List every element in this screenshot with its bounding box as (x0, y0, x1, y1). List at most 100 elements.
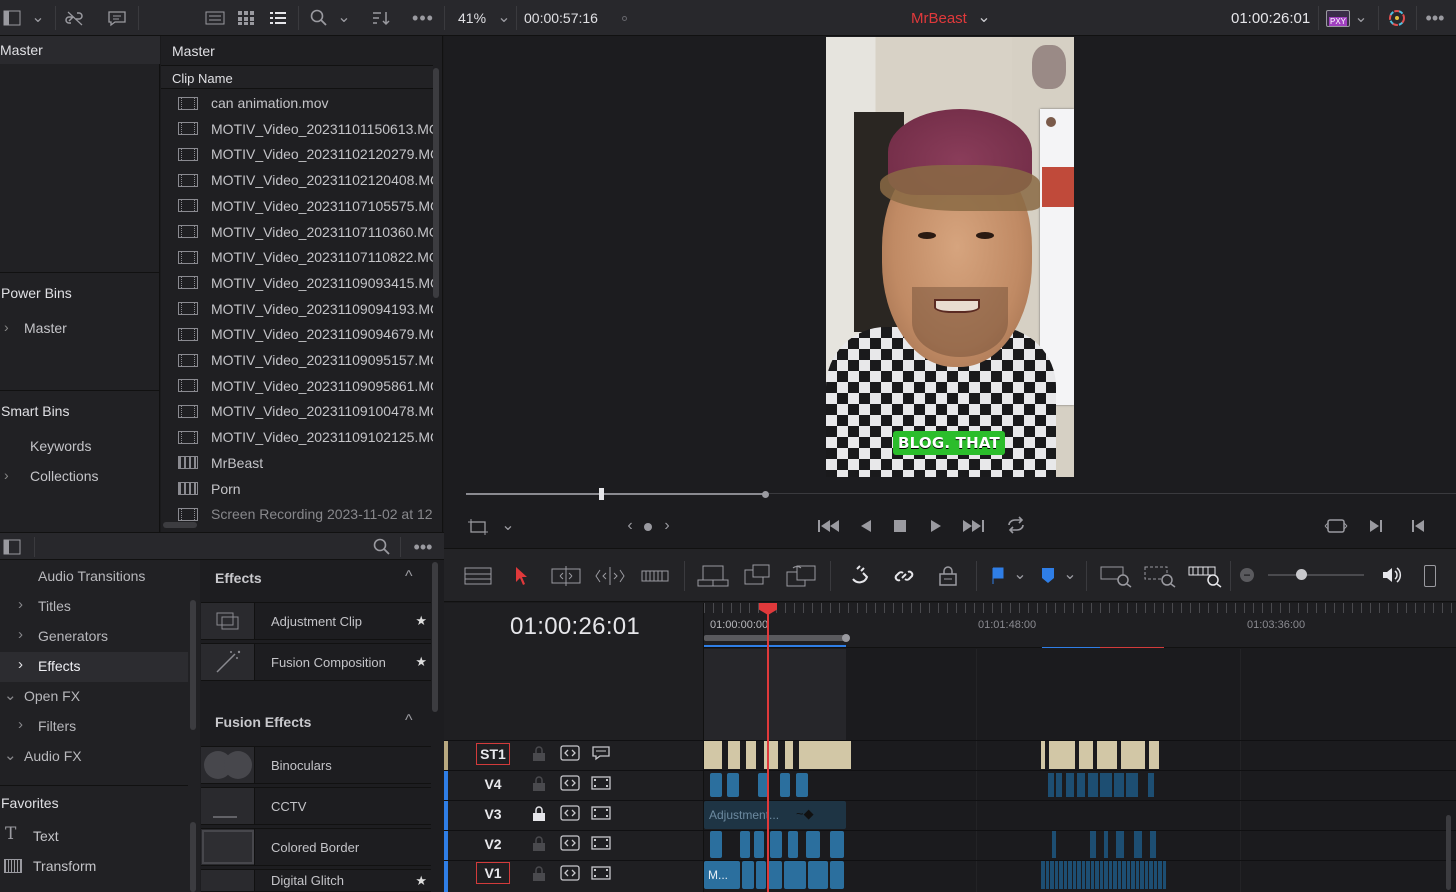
video-clip[interactable] (1050, 861, 1054, 889)
timeline-timecode[interactable]: 01:00:26:01 (510, 613, 640, 641)
video-clip[interactable] (1045, 861, 1049, 889)
search-icon[interactable] (372, 537, 392, 557)
video-clip[interactable] (1104, 831, 1108, 858)
zoom-detail-icon[interactable] (1144, 563, 1176, 589)
chevron-up-icon[interactable]: ^ (405, 568, 413, 586)
favorite-transform[interactable]: Transform (33, 858, 96, 874)
previous-frame-nav-icon[interactable]: ‹ (622, 518, 638, 534)
play-reverse-icon[interactable] (856, 516, 876, 536)
video-clip[interactable] (1072, 861, 1076, 889)
chevron-down-icon[interactable]: ⌄ (1012, 567, 1028, 583)
clip-list-scrollbar[interactable] (433, 68, 439, 298)
effects-tree-item[interactable]: › Filters (0, 712, 188, 742)
clip-row[interactable]: Porn (161, 476, 433, 502)
video-clip[interactable] (1066, 773, 1074, 797)
clip-row[interactable]: MOTIV_Video_20231107110822.MOV (161, 244, 433, 270)
color-wheel-icon[interactable] (1386, 8, 1408, 28)
effects-tree-scrollbar[interactable] (190, 600, 196, 730)
auto-track-icon[interactable] (560, 805, 580, 821)
scrubber-end-handle[interactable] (762, 491, 769, 498)
video-clip[interactable] (784, 861, 806, 889)
video-clip[interactable] (1140, 861, 1144, 889)
video-clip[interactable] (1086, 861, 1090, 889)
timeline-view-options-icon[interactable] (464, 565, 492, 587)
clip-row[interactable]: MOTIV_Video_20231101150613.MOV (161, 116, 433, 142)
lock-icon[interactable] (532, 776, 546, 792)
effect-colored-border[interactable]: Colored Border (201, 828, 431, 866)
subtitle-clip[interactable] (785, 741, 793, 769)
zoom-full-icon[interactable] (1100, 563, 1132, 589)
chevron-down-icon[interactable]: ⌄ (496, 10, 512, 26)
video-clip[interactable] (1077, 861, 1081, 889)
video-clip[interactable] (1063, 861, 1067, 889)
video-track-icon[interactable] (591, 805, 611, 821)
video-clip[interactable] (1054, 861, 1058, 889)
subtitle-clip[interactable] (1121, 741, 1145, 769)
video-clip[interactable] (740, 831, 750, 858)
auto-track-icon[interactable] (560, 775, 580, 791)
clip-row[interactable]: can animation.mov (161, 90, 433, 116)
auto-track-icon[interactable] (560, 835, 580, 851)
video-clip[interactable] (1144, 861, 1148, 889)
video-clip[interactable] (1113, 861, 1117, 889)
panel-toggle-icon[interactable] (2, 538, 22, 556)
clip-row[interactable]: MOTIV_Video_20231109102125.MOV (161, 424, 433, 450)
video-clip[interactable] (1056, 773, 1062, 797)
video-clip[interactable] (1068, 861, 1072, 889)
video-clip[interactable] (830, 831, 844, 858)
chevron-right-icon[interactable]: › (18, 656, 23, 673)
video-clip[interactable] (1150, 831, 1156, 858)
skip-to-start-icon[interactable] (816, 516, 842, 536)
video-clip[interactable] (742, 861, 754, 889)
more-options-icon[interactable]: ••• (410, 537, 436, 557)
clip-row[interactable]: Screen Recording 2023-11-02 at 12. (161, 501, 433, 527)
flag-icon[interactable] (988, 565, 1008, 587)
video-clip[interactable] (1104, 861, 1108, 889)
grid-view-icon[interactable] (236, 9, 256, 27)
proxy-icon[interactable]: PXY (1326, 10, 1350, 27)
timeline-ruler[interactable]: 01:00:00:00 01:01:48:00 01:03:36:00 (704, 603, 1456, 648)
clip-row[interactable]: MOTIV_Video_20231107110360.MOV (161, 219, 433, 245)
video-clip[interactable] (1122, 861, 1126, 889)
chevron-right-icon[interactable]: › (18, 596, 23, 613)
overwrite-clip-icon[interactable] (742, 563, 772, 589)
range-end-handle[interactable] (842, 634, 850, 642)
video-clip[interactable] (1162, 861, 1166, 889)
clip-row[interactable]: MOTIV_Video_20231102120279.MOV (161, 141, 433, 167)
effect-adjustment-clip[interactable]: Adjustment Clip ★ (201, 602, 431, 640)
effect-binoculars[interactable]: Binoculars (201, 746, 431, 784)
effects-tree-item[interactable]: › Generators (0, 622, 188, 652)
subtitle-clip[interactable] (1049, 741, 1075, 769)
video-clip[interactable] (768, 861, 782, 889)
search-icon[interactable] (308, 8, 330, 28)
favorites-scrollbar[interactable] (190, 822, 196, 892)
chevron-right-icon[interactable]: › (18, 626, 23, 643)
video-clip[interactable] (1099, 861, 1103, 889)
video-clip[interactable] (1088, 773, 1098, 797)
lock-icon[interactable] (532, 866, 546, 882)
clip-row[interactable]: MOTIV_Video_20231109093415.MOV (161, 270, 433, 296)
chevron-down-icon[interactable]: ⌄ (1353, 10, 1369, 26)
video-clip[interactable] (1041, 861, 1045, 889)
video-clip[interactable] (1090, 861, 1094, 889)
video-clip[interactable] (1126, 773, 1138, 797)
stop-icon[interactable] (890, 516, 910, 536)
insert-clip-icon[interactable] (696, 563, 730, 589)
subtitle-clip[interactable] (1079, 741, 1093, 769)
zoom-level[interactable]: 41% (458, 10, 486, 26)
effect-cctv[interactable]: CCTV (201, 787, 431, 825)
fusion-effects-section-header[interactable]: Fusion Effects ^ (201, 705, 431, 739)
viewer-overlay-icon[interactable] (467, 517, 489, 537)
chevron-down-icon[interactable]: ⌄ (4, 746, 17, 764)
chevron-down-icon[interactable]: ⌄ (4, 686, 17, 704)
video-clip[interactable] (710, 773, 722, 797)
more-options-icon[interactable]: ••• (1422, 8, 1448, 28)
lock-icon[interactable] (532, 746, 546, 762)
timeline-scrollbar[interactable] (1446, 815, 1451, 890)
video-clip[interactable] (1135, 861, 1139, 889)
subtitle-track-icon[interactable] (591, 745, 611, 761)
effects-tree-item[interactable]: ⌄ Audio FX (0, 742, 188, 772)
blade-edit-icon[interactable] (640, 565, 670, 587)
effects-tree-item[interactable]: Audio Transitions (0, 562, 188, 592)
lock-icon[interactable] (532, 806, 546, 822)
